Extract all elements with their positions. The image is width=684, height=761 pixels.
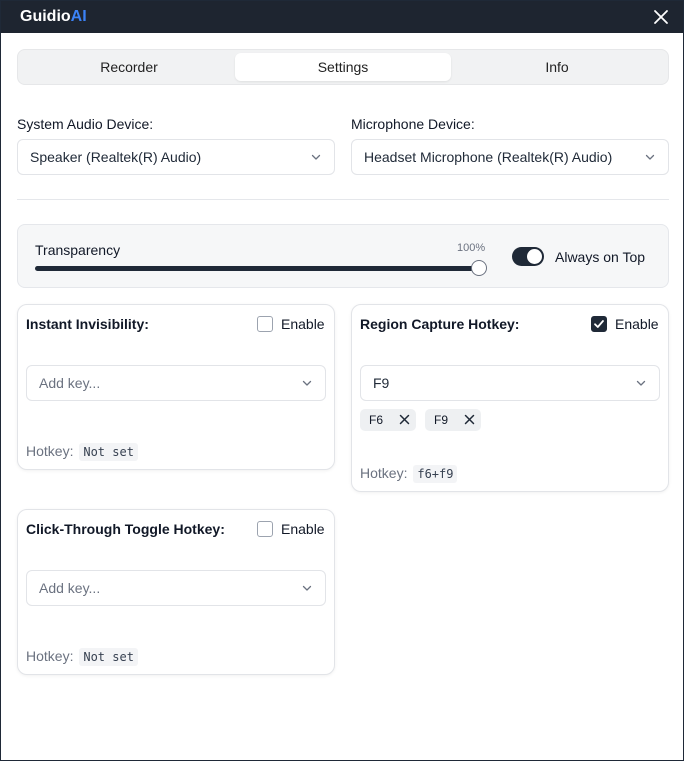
toggle-knob: [527, 249, 542, 264]
close-button[interactable]: [651, 7, 671, 27]
microphone-label: Microphone Device:: [351, 116, 475, 132]
logo-accent: AI: [70, 8, 87, 25]
card-title: Instant Invisibility:: [26, 316, 149, 332]
hotkey-label: Hotkey:: [26, 443, 74, 459]
hotkey-status: Hotkey: f6+f9: [360, 465, 458, 483]
chevron-down-icon: [645, 154, 655, 160]
hotkey-value: f6+f9: [413, 465, 458, 483]
key-select-placeholder: Add key...: [39, 580, 101, 596]
chevron-down-icon: [311, 154, 321, 160]
system-audio-label: System Audio Device:: [17, 116, 154, 132]
enable-label: Enable: [281, 521, 325, 537]
region-capture-enable-checkbox[interactable]: [591, 316, 607, 332]
hotkey-value: Not set: [79, 648, 138, 666]
x-icon[interactable]: [399, 414, 410, 425]
enable-label: Enable: [615, 316, 659, 332]
tab-info[interactable]: Info: [449, 53, 665, 81]
system-audio-select[interactable]: Speaker (Realtek(R) Audio): [17, 139, 335, 175]
instant-invisibility-enable-checkbox[interactable]: [257, 316, 273, 332]
transparency-panel: Transparency 100% Always on Top: [17, 224, 669, 288]
always-on-top-label: Always on Top: [555, 249, 646, 265]
instant-invisibility-key-select[interactable]: Add key...: [26, 365, 326, 401]
app-window: GuidioAI Recorder Settings Info System A…: [0, 0, 684, 761]
enable-label: Enable: [281, 316, 325, 332]
chevron-down-icon: [302, 585, 312, 591]
always-on-top-toggle[interactable]: [512, 247, 544, 266]
card-title: Region Capture Hotkey:: [360, 316, 520, 332]
microphone-select[interactable]: Headset Microphone (Realtek(R) Audio): [351, 139, 669, 175]
tab-settings[interactable]: Settings: [235, 53, 451, 81]
hotkey-label: Hotkey:: [360, 465, 408, 481]
instant-invisibility-card: Instant Invisibility: Enable Add key... …: [17, 304, 335, 470]
region-capture-key-select[interactable]: F9: [360, 365, 660, 401]
transparency-slider-thumb[interactable]: [471, 260, 487, 276]
chevron-down-icon: [302, 380, 312, 386]
transparency-value: 100%: [457, 242, 486, 254]
check-icon: [594, 320, 604, 328]
microphone-value: Headset Microphone (Realtek(R) Audio): [364, 149, 613, 165]
hotkey-status: Hotkey: Not set: [26, 443, 138, 461]
system-audio-value: Speaker (Realtek(R) Audio): [30, 149, 202, 165]
chip-label: F9: [434, 413, 449, 427]
app-logo: GuidioAI: [20, 8, 87, 26]
title-bar: GuidioAI: [1, 1, 683, 33]
click-through-card: Click-Through Toggle Hotkey: Enable Add …: [17, 509, 335, 675]
chevron-down-icon: [636, 380, 646, 386]
click-through-key-select[interactable]: Add key...: [26, 570, 326, 606]
region-capture-card: Region Capture Hotkey: Enable F9 F6 F9 H…: [351, 304, 669, 492]
x-icon[interactable]: [464, 414, 475, 425]
tab-bar: Recorder Settings Info: [17, 49, 669, 85]
hotkey-status: Hotkey: Not set: [26, 648, 138, 666]
key-chip: F6: [360, 409, 416, 431]
tab-recorder[interactable]: Recorder: [21, 53, 237, 81]
hotkey-label: Hotkey:: [26, 648, 74, 664]
key-select-placeholder: Add key...: [39, 375, 101, 391]
close-icon: [654, 10, 668, 24]
key-chip: F9: [425, 409, 481, 431]
key-select-value: F9: [373, 375, 390, 391]
transparency-slider[interactable]: [35, 266, 480, 271]
section-divider: [17, 199, 669, 200]
hotkey-value: Not set: [79, 443, 138, 461]
card-title: Click-Through Toggle Hotkey:: [26, 521, 225, 537]
click-through-enable-checkbox[interactable]: [257, 521, 273, 537]
logo-main: Guidio: [20, 8, 71, 25]
chip-label: F6: [369, 413, 384, 427]
transparency-label: Transparency: [35, 242, 121, 258]
